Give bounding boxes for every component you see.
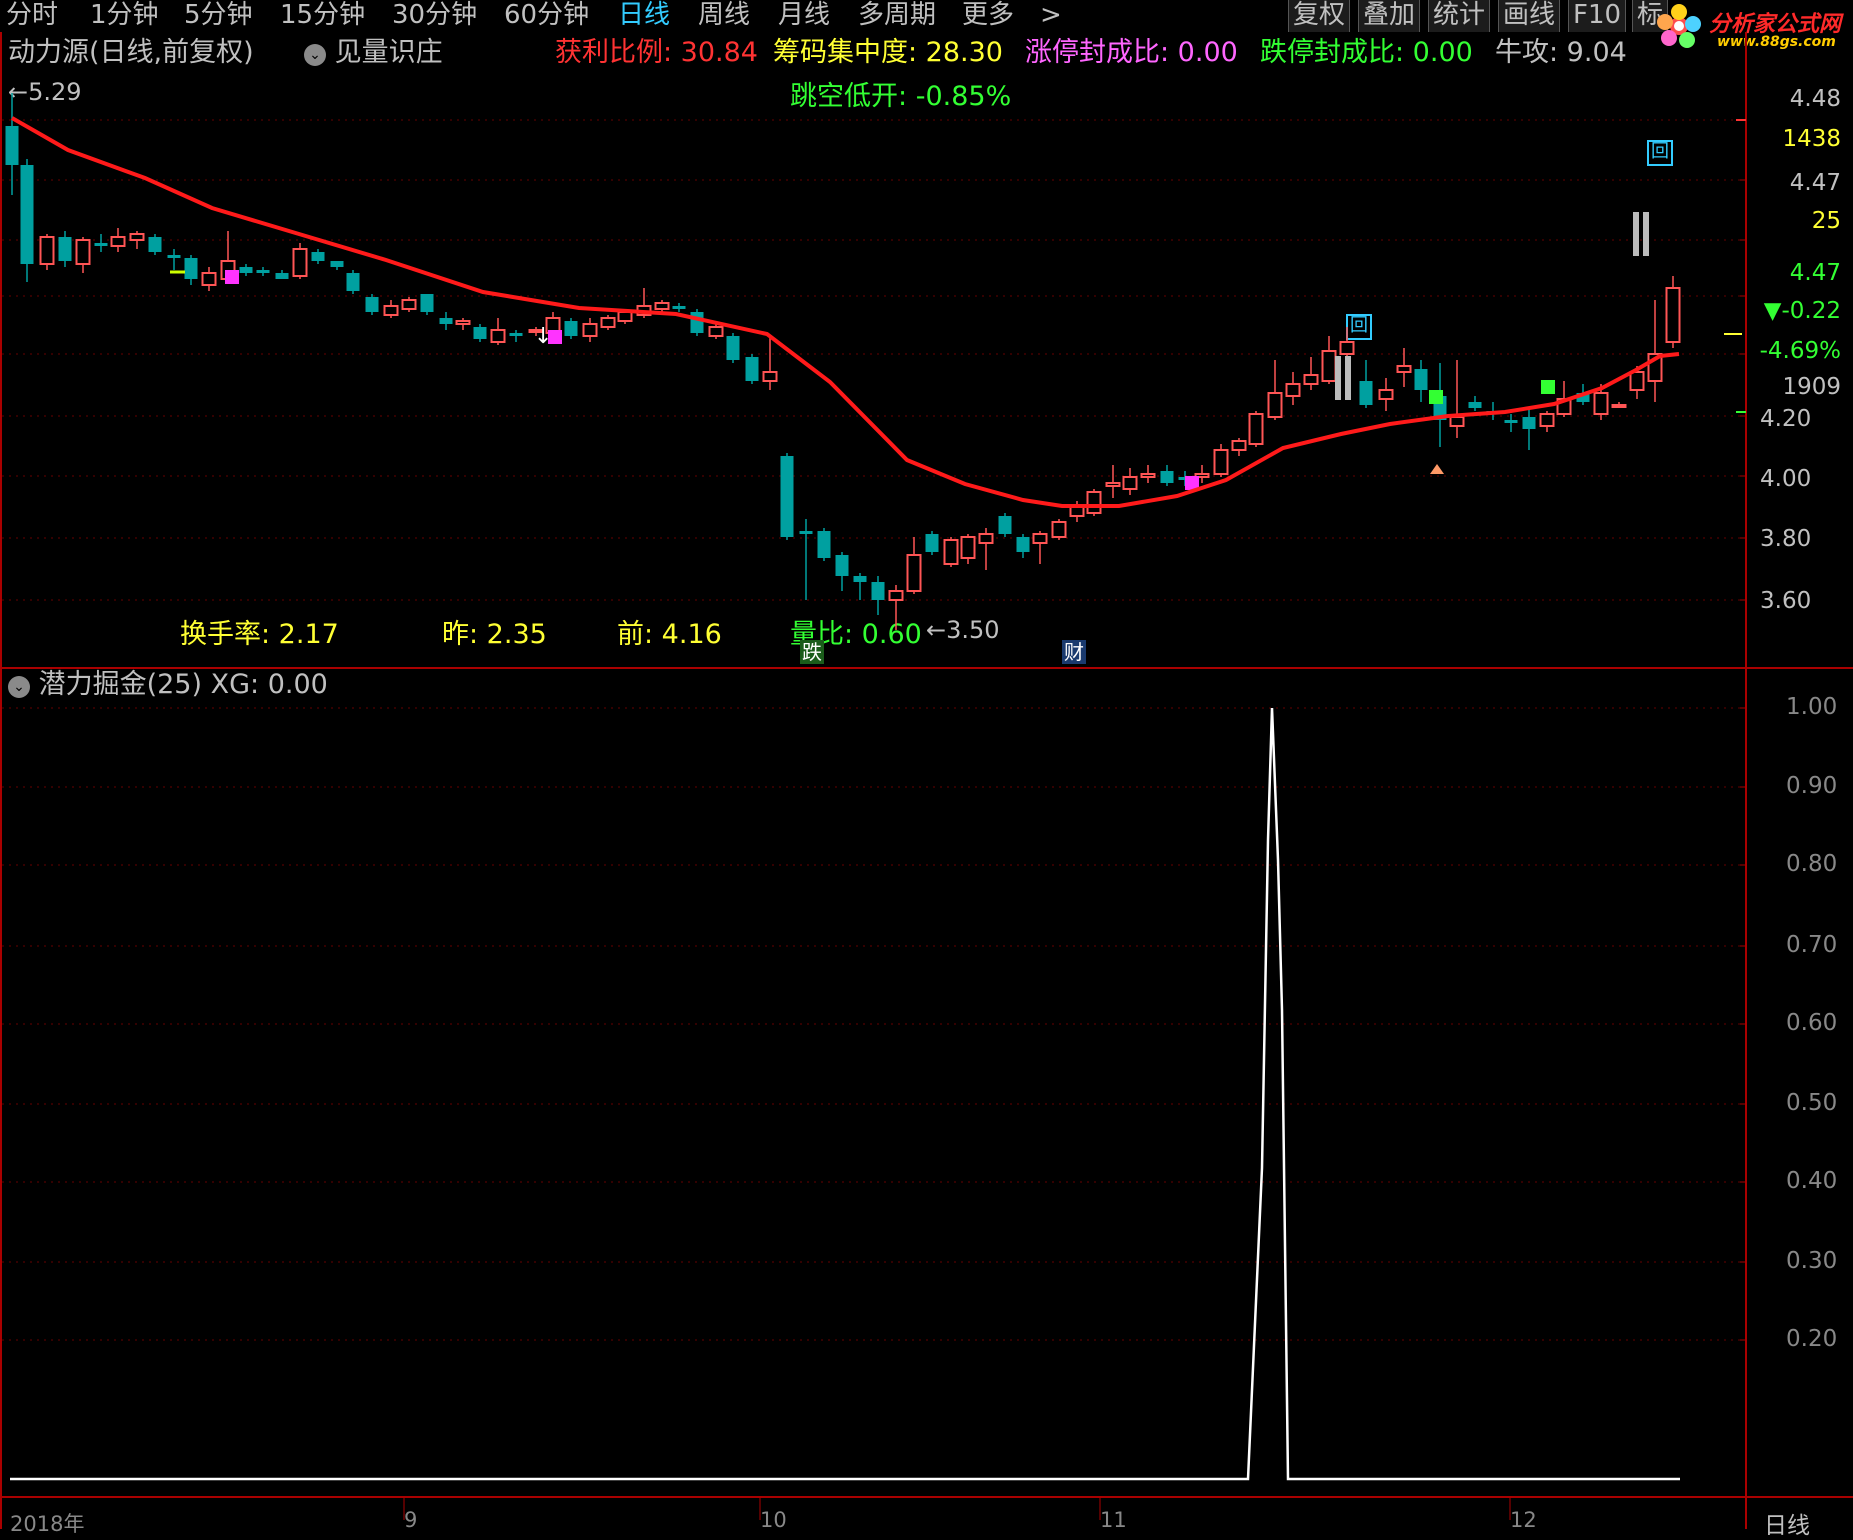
- candle-body: [871, 582, 885, 600]
- candle-body: [1468, 402, 1482, 408]
- candle-body: [167, 255, 181, 258]
- candle-body: [1140, 473, 1156, 478]
- grey-signal-bar: [1335, 356, 1341, 400]
- candle-body: [780, 456, 794, 537]
- candle-body: [1611, 404, 1627, 408]
- candle-body: [1032, 533, 1048, 544]
- candle-body: [509, 333, 523, 336]
- candle-body: [1522, 417, 1536, 429]
- grey-signal-bar: [1345, 356, 1351, 400]
- candle-body: [1629, 371, 1645, 391]
- candle-body: [292, 248, 308, 277]
- candle-body: [1303, 374, 1319, 385]
- candle-body: [617, 311, 633, 322]
- candle-body: [1449, 416, 1465, 427]
- candle-body: [888, 590, 904, 601]
- candle-body: [853, 576, 867, 582]
- ma-line: [11, 116, 1680, 508]
- candle-body: [58, 237, 72, 261]
- candle-body: [365, 297, 379, 312]
- special-candle: [1429, 390, 1443, 404]
- candle-body: [582, 323, 598, 337]
- candle-body: [239, 267, 253, 273]
- special-candle: [225, 270, 239, 284]
- candle-body: [726, 336, 740, 360]
- candle-body: [1069, 506, 1085, 517]
- candle-body: [1051, 521, 1067, 538]
- candle-body: [1105, 482, 1121, 487]
- candle-body: [906, 554, 922, 592]
- candle-body: [1016, 537, 1030, 552]
- candle-body: [1396, 365, 1412, 373]
- candle-body: [1665, 287, 1681, 343]
- candle-body: [311, 252, 325, 261]
- candle-body: [564, 321, 578, 336]
- candle-body: [745, 357, 759, 381]
- candle-body: [817, 531, 831, 558]
- grey-signal-bar: [1633, 212, 1639, 256]
- candle-body: [1539, 413, 1555, 427]
- triangle-up-icon: [1430, 464, 1444, 474]
- candle-body: [672, 306, 686, 309]
- candle-body: [473, 327, 487, 339]
- candle-body: [420, 294, 434, 312]
- xg-signal-line: [10, 707, 1680, 1481]
- candle-body: [960, 536, 976, 559]
- candle-body: [1414, 369, 1428, 390]
- candle-body: [1231, 440, 1247, 451]
- kline-chart[interactable]: ↓: [0, 0, 1853, 1529]
- candle-body: [925, 534, 939, 552]
- candle-body: [39, 236, 55, 265]
- candle-body: [1359, 381, 1373, 405]
- candle-body: [330, 261, 344, 267]
- candle-body: [94, 243, 108, 246]
- candle-body: [383, 305, 399, 316]
- candle-body: [201, 272, 217, 286]
- candle-body: [346, 273, 360, 291]
- candle-body: [490, 329, 506, 343]
- candle-body: [401, 299, 417, 310]
- candle-body: [654, 302, 670, 310]
- candle-body: [184, 258, 198, 279]
- candle-body: [799, 531, 813, 534]
- candle-body: [1160, 471, 1174, 483]
- candle-body: [275, 273, 289, 279]
- candle-body: [690, 312, 704, 333]
- candle-body: [1378, 389, 1394, 400]
- candle-body: [1593, 392, 1609, 415]
- candle-body: [148, 237, 162, 252]
- candle-body: [1504, 420, 1518, 423]
- candle-body: [256, 270, 270, 273]
- candle-body: [1086, 491, 1102, 514]
- candle-body: [978, 533, 994, 544]
- candle-body: [1321, 350, 1337, 382]
- grey-signal-bar: [1643, 212, 1649, 256]
- candle-body: [762, 371, 778, 382]
- candle-body: [708, 326, 724, 337]
- candle-body: [1339, 341, 1355, 355]
- down-arrow-icon: ↓: [534, 324, 552, 349]
- candle-body: [75, 239, 91, 265]
- candle-body: [998, 516, 1012, 534]
- candle-body: [835, 555, 849, 576]
- candle-body: [1267, 392, 1283, 418]
- candle-body: [20, 165, 34, 264]
- candle-body: [1213, 449, 1229, 475]
- candle-body: [129, 233, 145, 241]
- special-candle: [1541, 380, 1555, 394]
- candle-body: [1122, 476, 1138, 490]
- candle-body: [1248, 413, 1264, 445]
- candle-body: [5, 126, 19, 165]
- candle-body: [439, 318, 453, 324]
- candle-body: [110, 236, 126, 247]
- candle-body: [1285, 383, 1301, 397]
- candle-body: [455, 320, 471, 325]
- candle-body: [943, 539, 959, 565]
- candle-body: [600, 317, 616, 328]
